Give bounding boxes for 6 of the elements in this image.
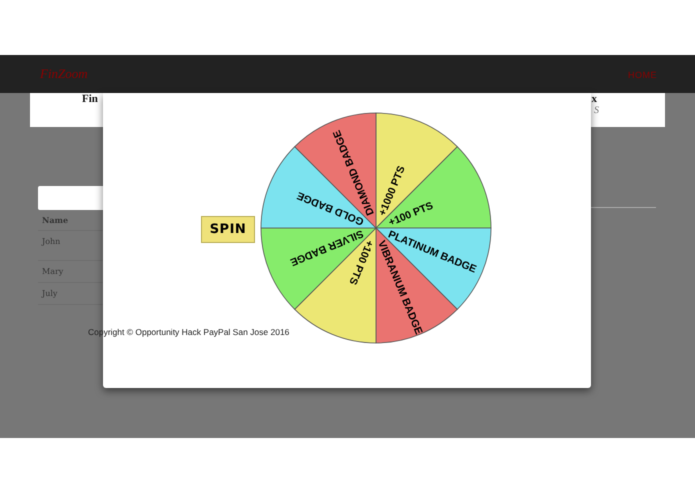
nav-link[interactable]: HOME xyxy=(628,70,657,80)
card-title: Fin xyxy=(82,93,98,105)
card-title: x xyxy=(592,93,597,105)
brand-logo[interactable]: FinZoom xyxy=(40,66,88,82)
spin-button[interactable]: SPIN xyxy=(201,216,255,243)
card-subtitle: S xyxy=(594,105,599,116)
